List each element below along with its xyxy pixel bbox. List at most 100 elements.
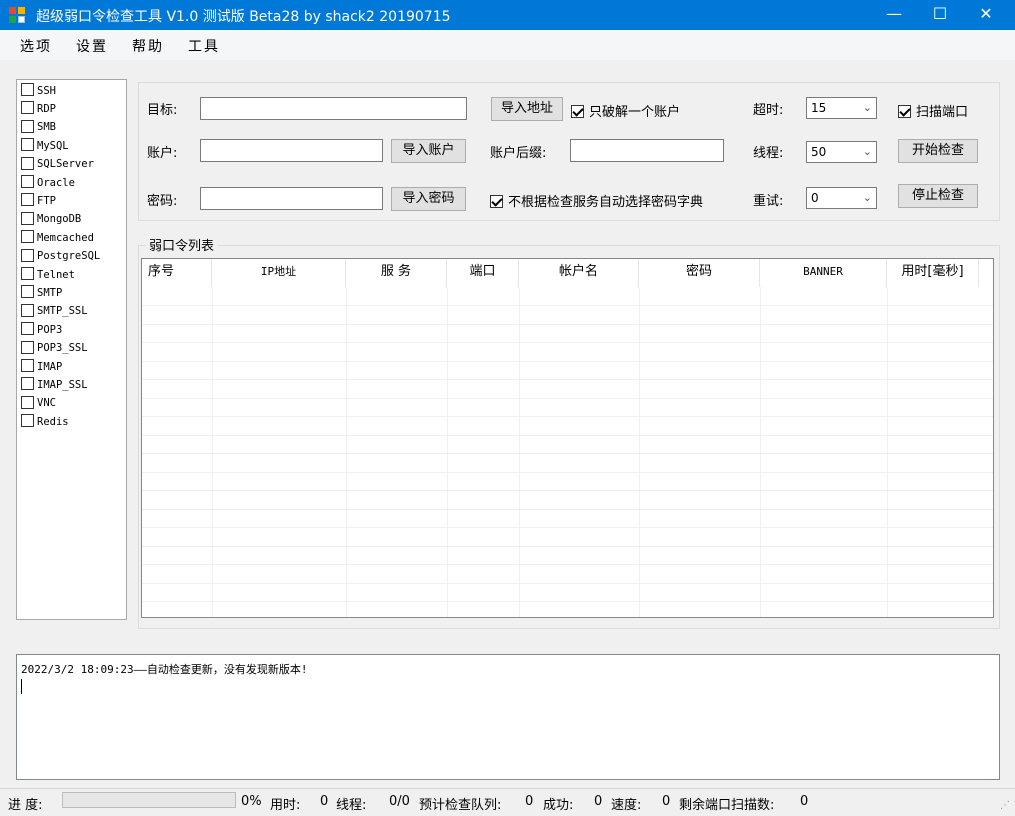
checkbox-box (21, 414, 34, 428)
column-header-index[interactable]: 序号 (142, 259, 212, 287)
protocol-checkbox[interactable]: RDP (21, 101, 56, 119)
checkbox-box (21, 395, 34, 409)
import-account-button[interactable]: 导入账户 (391, 139, 466, 163)
protocol-label: POP3_SSL (37, 342, 88, 355)
checkbox-box (21, 267, 34, 280)
protocol-label: Oracle (37, 176, 75, 189)
target-input[interactable] (200, 97, 467, 120)
column-header-ip[interactable]: IP地址 (212, 259, 346, 287)
chevron-down-icon: ⌄ (862, 101, 872, 114)
speed-label: 速度: (611, 798, 642, 813)
auto-dict-checkbox[interactable]: 不根据检查服务自动选择密码字典 (490, 191, 703, 210)
scan-port-checkbox[interactable]: 扫描端口 (898, 101, 968, 120)
protocol-label: FTP (37, 194, 56, 207)
grid-row-line (142, 434, 993, 436)
protocol-label: MySQL (37, 139, 69, 152)
progress-label: 进 度: (8, 798, 43, 813)
protocol-list[interactable]: SSH RDP SMB MySQL SQLServer Oracle FTP MongoDB M… (16, 79, 127, 620)
protocol-checkbox[interactable]: SMTP_SSL (21, 303, 88, 322)
resize-grip-icon[interactable]: ⋰ (1000, 800, 1010, 811)
column-header-port[interactable]: 端口 (447, 259, 519, 287)
scan-port-label: 扫描端口 (916, 105, 969, 120)
start-check-button[interactable]: 开始检查 (898, 139, 978, 163)
checkbox-box (21, 322, 34, 336)
protocol-label: SMTP (37, 286, 63, 299)
time-label: 用时: (270, 798, 301, 813)
checkbox-box (21, 248, 34, 262)
protocol-checkbox[interactable]: Telnet (21, 267, 75, 285)
password-input[interactable] (200, 187, 383, 210)
checkbox-box (21, 101, 34, 115)
target-label: 目标: (147, 103, 178, 118)
protocol-label: SMB (37, 121, 56, 134)
column-header-banner[interactable]: BANNER (760, 259, 887, 287)
protocol-checkbox[interactable]: Memcached (21, 230, 94, 248)
protocol-checkbox[interactable]: SSH (21, 83, 56, 101)
column-header-password[interactable]: 密码 (639, 259, 760, 287)
protocol-checkbox[interactable]: VNC (21, 395, 56, 414)
protocol-label: Telnet (37, 268, 75, 281)
protocol-checkbox[interactable]: POP3_SSL (21, 340, 88, 359)
weak-password-group-title: 弱口令列表 (146, 235, 218, 254)
protocol-label: Redis (37, 415, 69, 428)
retry-select[interactable]: 0 ⌄ (806, 187, 877, 209)
result-table[interactable]: 序号 IP地址服 务端口 帐户名 密码 BANNER 用时[毫秒] (141, 258, 994, 618)
protocol-label: SQLServer (37, 158, 94, 171)
protocol-label: VNC (37, 397, 56, 410)
import-password-button[interactable]: 导入密码 (391, 187, 466, 211)
column-header-time[interactable]: 用时[毫秒] (887, 259, 979, 287)
account-input[interactable] (200, 139, 383, 162)
menu-options[interactable]: 选项 (20, 36, 52, 56)
crack-one-checkbox[interactable]: 只破解一个账户 (571, 101, 680, 120)
protocol-checkbox[interactable]: SMB (21, 119, 56, 138)
grid-row-line (142, 305, 993, 306)
protocol-checkbox[interactable]: Redis (21, 414, 69, 432)
grid-row-line (142, 379, 993, 380)
account-label: 账户: (147, 146, 178, 161)
threads-label: 线程: (753, 146, 784, 161)
protocol-checkbox[interactable]: IMAP_SSL (21, 377, 88, 395)
text-caret (21, 679, 22, 694)
checkbox-check-icon (490, 195, 503, 208)
close-button[interactable]: ✕ (963, 0, 1009, 30)
auto-dict-label: 不根据检查服务自动选择密码字典 (508, 195, 704, 210)
time-value: 0 (320, 794, 329, 809)
grid-row-line (142, 416, 993, 417)
log-line: 2022/3/2 18:09:23——自动检查更新，没有发现新版本! (21, 663, 308, 676)
checkbox-box (21, 138, 34, 152)
menu-tools[interactable]: 工具 (188, 36, 220, 56)
password-label: 密码: (147, 194, 178, 209)
protocol-checkbox[interactable]: Oracle (21, 175, 75, 193)
protocol-checkbox[interactable]: MySQL (21, 138, 69, 156)
timeout-select[interactable]: 15 ⌄ (806, 97, 877, 119)
import-address-button[interactable]: 导入地址 (491, 97, 563, 121)
protocol-label: MongoDB (37, 213, 82, 226)
grid-row-line (142, 471, 993, 473)
grid-row-line (142, 545, 993, 547)
column-header-account[interactable]: 帐户名 (519, 259, 639, 287)
column-header-service[interactable]: 服 务 (346, 259, 447, 287)
chevron-down-icon: ⌄ (862, 145, 872, 158)
menu-settings[interactable]: 设置 (76, 36, 108, 56)
maximize-button[interactable]: ☐ (917, 0, 963, 30)
crack-one-label: 只破解一个账户 (589, 105, 681, 120)
protocol-checkbox[interactable]: POP3 (21, 322, 62, 340)
protocol-checkbox[interactable]: PostgreSQL (21, 248, 100, 267)
timeout-value: 15 (811, 101, 827, 115)
protocol-checkbox[interactable]: IMAP (21, 359, 62, 377)
protocol-checkbox[interactable]: FTP (21, 193, 56, 211)
minimize-button[interactable]: — (871, 0, 917, 30)
timeout-label: 超时: (753, 103, 784, 118)
stop-check-button[interactable]: 停止检查 (898, 184, 978, 208)
checkbox-box (21, 377, 34, 391)
protocol-checkbox[interactable]: SMTP (21, 285, 62, 303)
protocol-checkbox[interactable]: SQLServer (21, 156, 94, 175)
checkbox-box (21, 156, 34, 170)
grid-row-line (142, 582, 993, 584)
account-suffix-input[interactable] (570, 139, 724, 162)
grid-row-line (142, 490, 993, 491)
threads-select[interactable]: 50 ⌄ (806, 141, 877, 163)
menu-help[interactable]: 帮助 (132, 36, 164, 56)
protocol-checkbox[interactable]: MongoDB (21, 211, 82, 230)
checkbox-box (21, 193, 34, 207)
